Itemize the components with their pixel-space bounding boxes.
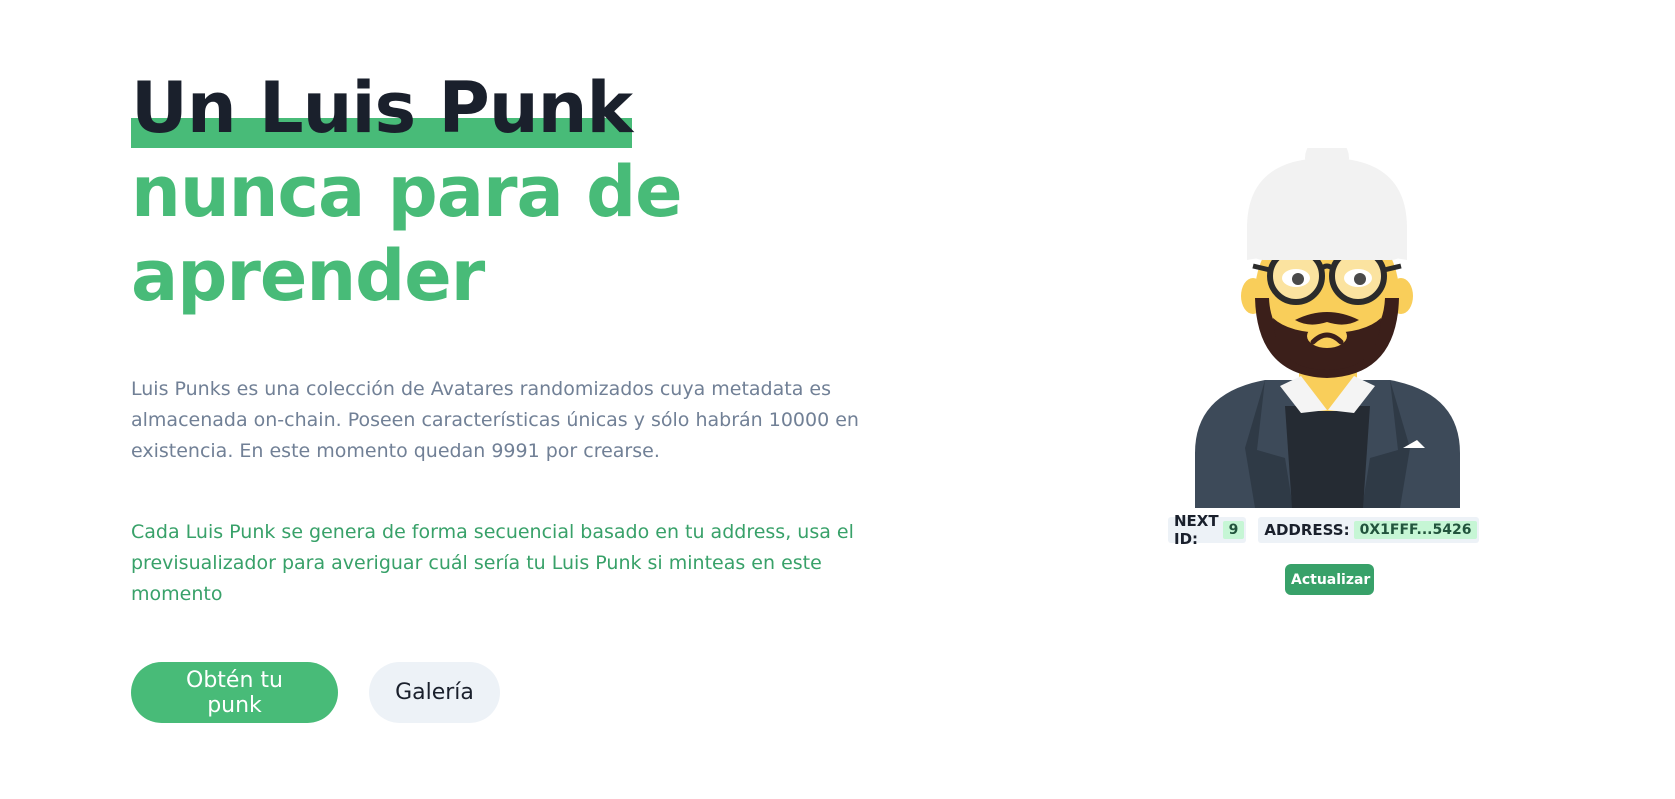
refresh-button[interactable]: Actualizar	[1285, 564, 1374, 595]
gallery-button[interactable]: Galería	[369, 662, 500, 723]
hero-title-highlight: Un Luis Punk	[131, 67, 633, 149]
address-label: ADDRESS:	[1264, 521, 1350, 539]
hero-description-green: Cada Luis Punk se genera de forma secuen…	[131, 521, 854, 605]
next-id-label: NEXT ID:	[1174, 512, 1219, 548]
hero-title-green: nunca para de aprender	[131, 151, 683, 317]
avatar-shirt	[1285, 406, 1370, 508]
get-punk-button[interactable]: Obtén tu punk	[131, 662, 338, 723]
hero-actions: Obtén tu punk Galería	[131, 662, 931, 723]
avatar-beanie-cuff	[1247, 218, 1407, 260]
punk-avatar	[1195, 136, 1460, 508]
address-tag: ADDRESS: 0X1FFF...5426	[1258, 517, 1480, 543]
next-id-value: 9	[1222, 521, 1245, 539]
preview-info: NEXT ID: 9 ADDRESS: 0X1FFF...5426	[1168, 512, 1480, 548]
hero-section: Un Luis Punk nunca para de aprender Luis…	[131, 66, 931, 723]
next-id-tag: NEXT ID: 9	[1168, 512, 1247, 548]
hero-title: Un Luis Punk nunca para de aprender	[131, 66, 931, 318]
address-value: 0X1FFF...5426	[1353, 521, 1478, 539]
hero-description: Luis Punks es una colección de Avatares …	[131, 378, 859, 462]
page: Un Luis Punk nunca para de aprender Luis…	[0, 0, 1675, 799]
